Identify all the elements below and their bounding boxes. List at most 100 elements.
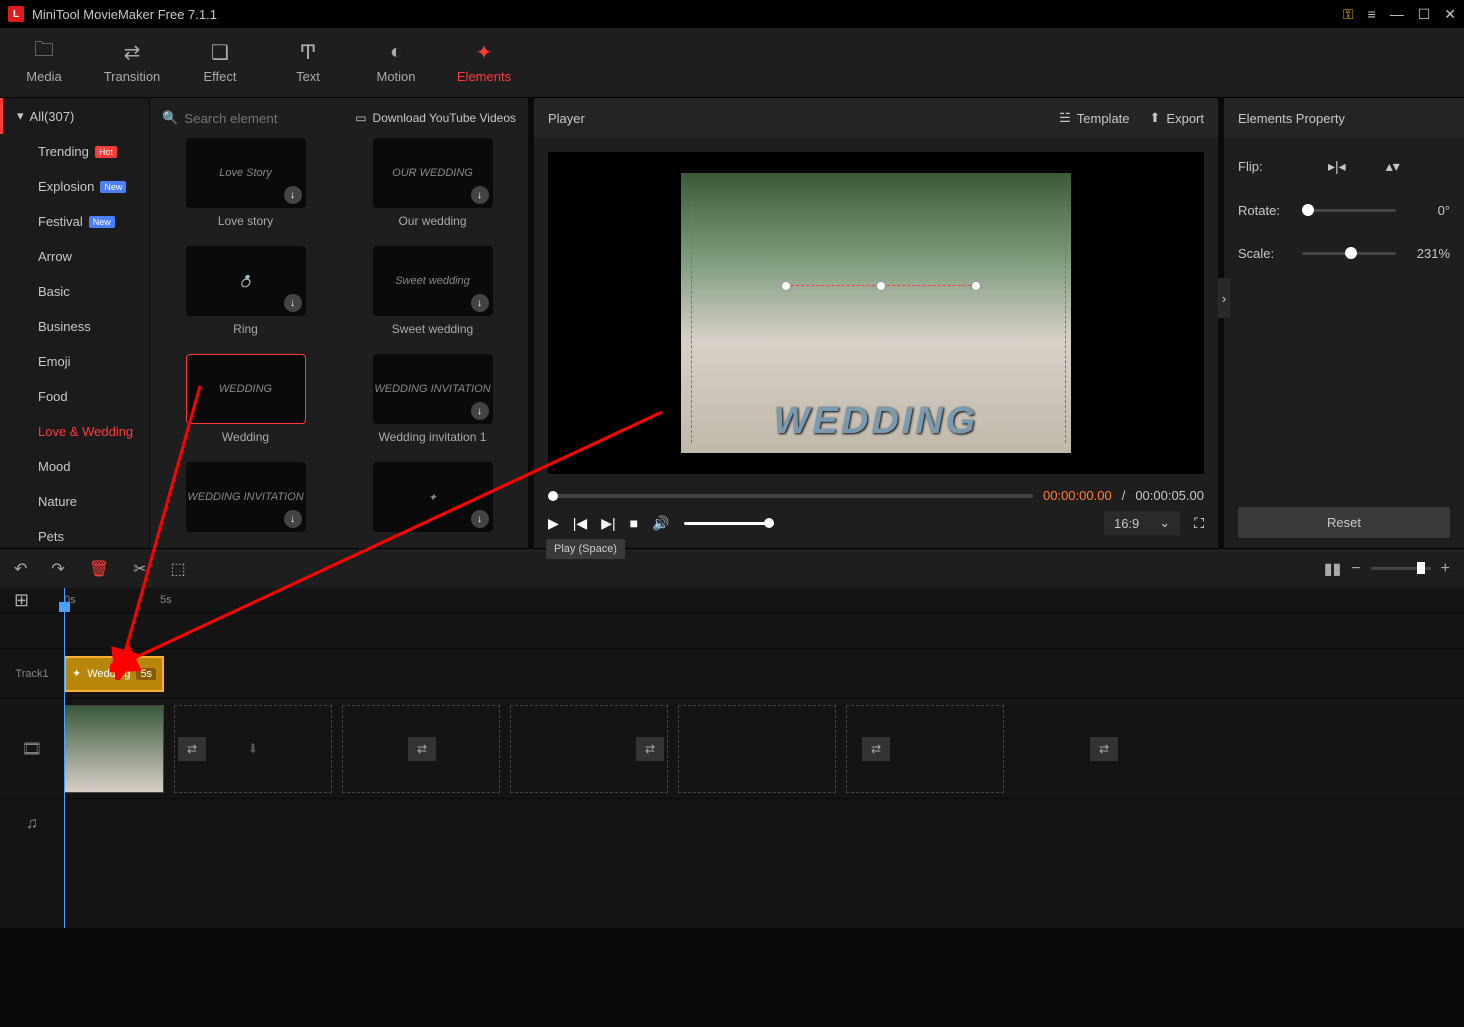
selection-handles[interactable] <box>786 285 976 287</box>
volume-icon[interactable]: 🔊 <box>652 515 669 532</box>
audio-track[interactable]: ♫ <box>0 798 1464 848</box>
tab-effect[interactable]: ❏Effect <box>176 28 264 97</box>
download-icon[interactable]: ↓ <box>284 294 302 312</box>
seek-bar[interactable] <box>548 494 1033 498</box>
zoom-slider[interactable] <box>1371 567 1431 570</box>
gallery-item[interactable]: Sweet wedding↓Sweet wedding <box>349 246 516 346</box>
download-icon[interactable]: ↓ <box>284 510 302 528</box>
sidebar-item-basic[interactable]: Basic <box>0 274 149 309</box>
aspect-dropdown[interactable]: 16:9⌄ <box>1104 511 1180 535</box>
sidebar-item-food[interactable]: Food <box>0 379 149 414</box>
gallery-item[interactable]: WEDDINGWedding <box>162 354 329 454</box>
element-track[interactable]: Track1 ✦ Wedding 5s <box>0 648 1464 698</box>
close-button[interactable]: ✕ <box>1444 6 1456 23</box>
drop-slot[interactable] <box>342 705 500 793</box>
preview-canvas[interactable]: WEDDING <box>548 152 1204 474</box>
undo-button[interactable]: ↶ <box>14 559 27 579</box>
delete-button[interactable]: 🗑 <box>89 559 109 579</box>
tab-motion[interactable]: ◐Motion <box>352 28 440 97</box>
download-icon[interactable]: ↓ <box>471 186 489 204</box>
gallery-item[interactable]: OUR WEDDING↓Our wedding <box>349 138 516 238</box>
gallery-item[interactable]: Love Story↓Love story <box>162 138 329 238</box>
scale-label: Scale: <box>1238 246 1288 261</box>
download-youtube-link[interactable]: ▭ Download YouTube Videos <box>355 111 516 125</box>
thumbnail: ✦↓ <box>373 462 493 532</box>
video-clip[interactable] <box>64 705 164 793</box>
fit-zoom-button[interactable]: ▮▮ <box>1324 559 1342 579</box>
menu-icon[interactable]: ≡ <box>1368 6 1376 22</box>
sidebar-all[interactable]: ▾All(307) <box>0 98 149 134</box>
sidebar-item-business[interactable]: Business <box>0 309 149 344</box>
sidebar-item-emoji[interactable]: Emoji <box>0 344 149 379</box>
redo-button[interactable]: ↷ <box>51 559 64 579</box>
element-clip[interactable]: ✦ Wedding 5s <box>64 656 164 692</box>
maximize-button[interactable]: ☐ <box>1418 6 1431 23</box>
split-button[interactable]: ✂ <box>133 559 146 579</box>
sidebar-item-mood[interactable]: Mood <box>0 449 149 484</box>
volume-slider[interactable] <box>684 522 774 525</box>
transition-slot[interactable]: ⇄ <box>1090 737 1118 761</box>
rotate-slider[interactable] <box>1302 209 1396 212</box>
drop-slot[interactable] <box>846 705 1004 793</box>
reset-button[interactable]: Reset <box>1238 507 1450 538</box>
search-icon: 🔍 <box>162 110 178 126</box>
zoom-in-button[interactable]: + <box>1441 560 1450 578</box>
download-icon[interactable]: ↓ <box>471 402 489 420</box>
sidebar-item-nature[interactable]: Nature <box>0 484 149 519</box>
gallery-item[interactable]: ✦↓ <box>349 462 516 548</box>
prev-frame-button[interactable]: |◀ <box>573 515 587 532</box>
search-box[interactable]: 🔍 <box>162 110 314 126</box>
collapse-handle[interactable]: › <box>1218 278 1230 318</box>
gallery-item[interactable]: WEDDING INVITATION↓Wedding invitation 1 <box>349 354 516 454</box>
tab-media[interactable]: 🗀Media <box>0 28 88 97</box>
gallery-item[interactable]: WEDDING INVITATION↓ <box>162 462 329 548</box>
sidebar-item-love-wedding[interactable]: Love & Wedding <box>0 414 149 449</box>
tab-elements[interactable]: ✦Elements <box>440 28 528 97</box>
sidebar-item-arrow[interactable]: Arrow <box>0 239 149 274</box>
overlay-text[interactable]: WEDDING <box>774 400 979 443</box>
video-track[interactable]: 🎞 ⇄ ⬇ ⇄ ⇄ ⇄ ⇄ <box>0 698 1464 798</box>
sidebar-item-pets[interactable]: Pets <box>0 519 149 548</box>
key-icon[interactable]: ⚿ <box>1343 6 1354 23</box>
handle-center[interactable] <box>876 281 886 291</box>
scale-slider[interactable] <box>1302 252 1396 255</box>
download-icon[interactable]: ↓ <box>471 510 489 528</box>
flip-horizontal-button[interactable]: ▸|◂ <box>1328 158 1346 175</box>
drop-slot[interactable]: ⬇ <box>174 705 332 793</box>
fullscreen-button[interactable]: ⛶ <box>1194 515 1204 532</box>
export-button[interactable]: ⬆Export <box>1150 110 1204 126</box>
template-button[interactable]: ☱Template <box>1059 110 1129 126</box>
time-ruler[interactable]: ⊞ 0s 5s <box>0 588 1464 612</box>
playhead[interactable] <box>64 588 65 928</box>
search-input[interactable] <box>184 111 314 126</box>
sidebar-item-festival[interactable]: FestivalNew <box>0 204 149 239</box>
stop-button[interactable]: ■ <box>630 515 638 531</box>
flip-vertical-button[interactable]: ▴▾ <box>1386 158 1400 175</box>
drop-slot[interactable] <box>678 705 836 793</box>
rotate-label: Rotate: <box>1238 203 1288 218</box>
tab-text[interactable]: ͲText <box>264 28 352 97</box>
gallery-item[interactable]: 💍↓Ring <box>162 246 329 346</box>
add-track-button[interactable]: ⊞ <box>14 590 29 611</box>
element-gallery: 🔍 ▭ Download YouTube Videos Love Story↓L… <box>150 98 528 548</box>
sidebar-item-explosion[interactable]: ExplosionNew <box>0 169 149 204</box>
track-label: Track1 <box>0 668 64 680</box>
crop-button[interactable]: ⬚ <box>171 559 186 579</box>
scale-value: 231% <box>1410 246 1450 261</box>
sidebar-item-trending[interactable]: TrendingHot <box>0 134 149 169</box>
spacer-track <box>0 612 1464 648</box>
drop-slot[interactable] <box>510 705 668 793</box>
play-button[interactable]: ▶ <box>548 515 559 532</box>
elements-icon: ✦ <box>476 41 493 63</box>
zoom-out-button[interactable]: − <box>1351 560 1360 578</box>
handle-right[interactable] <box>971 281 981 291</box>
tab-transition[interactable]: ⇄Transition <box>88 28 176 97</box>
minimize-button[interactable]: — <box>1390 6 1404 22</box>
seek-thumb[interactable] <box>548 491 558 501</box>
item-label: Wedding invitation 1 <box>379 430 487 444</box>
download-icon[interactable]: ↓ <box>471 294 489 312</box>
download-icon[interactable]: ↓ <box>284 186 302 204</box>
next-frame-button[interactable]: ▶| <box>601 515 615 532</box>
handle-left[interactable] <box>781 281 791 291</box>
download-icon: ⬇ <box>248 741 259 757</box>
